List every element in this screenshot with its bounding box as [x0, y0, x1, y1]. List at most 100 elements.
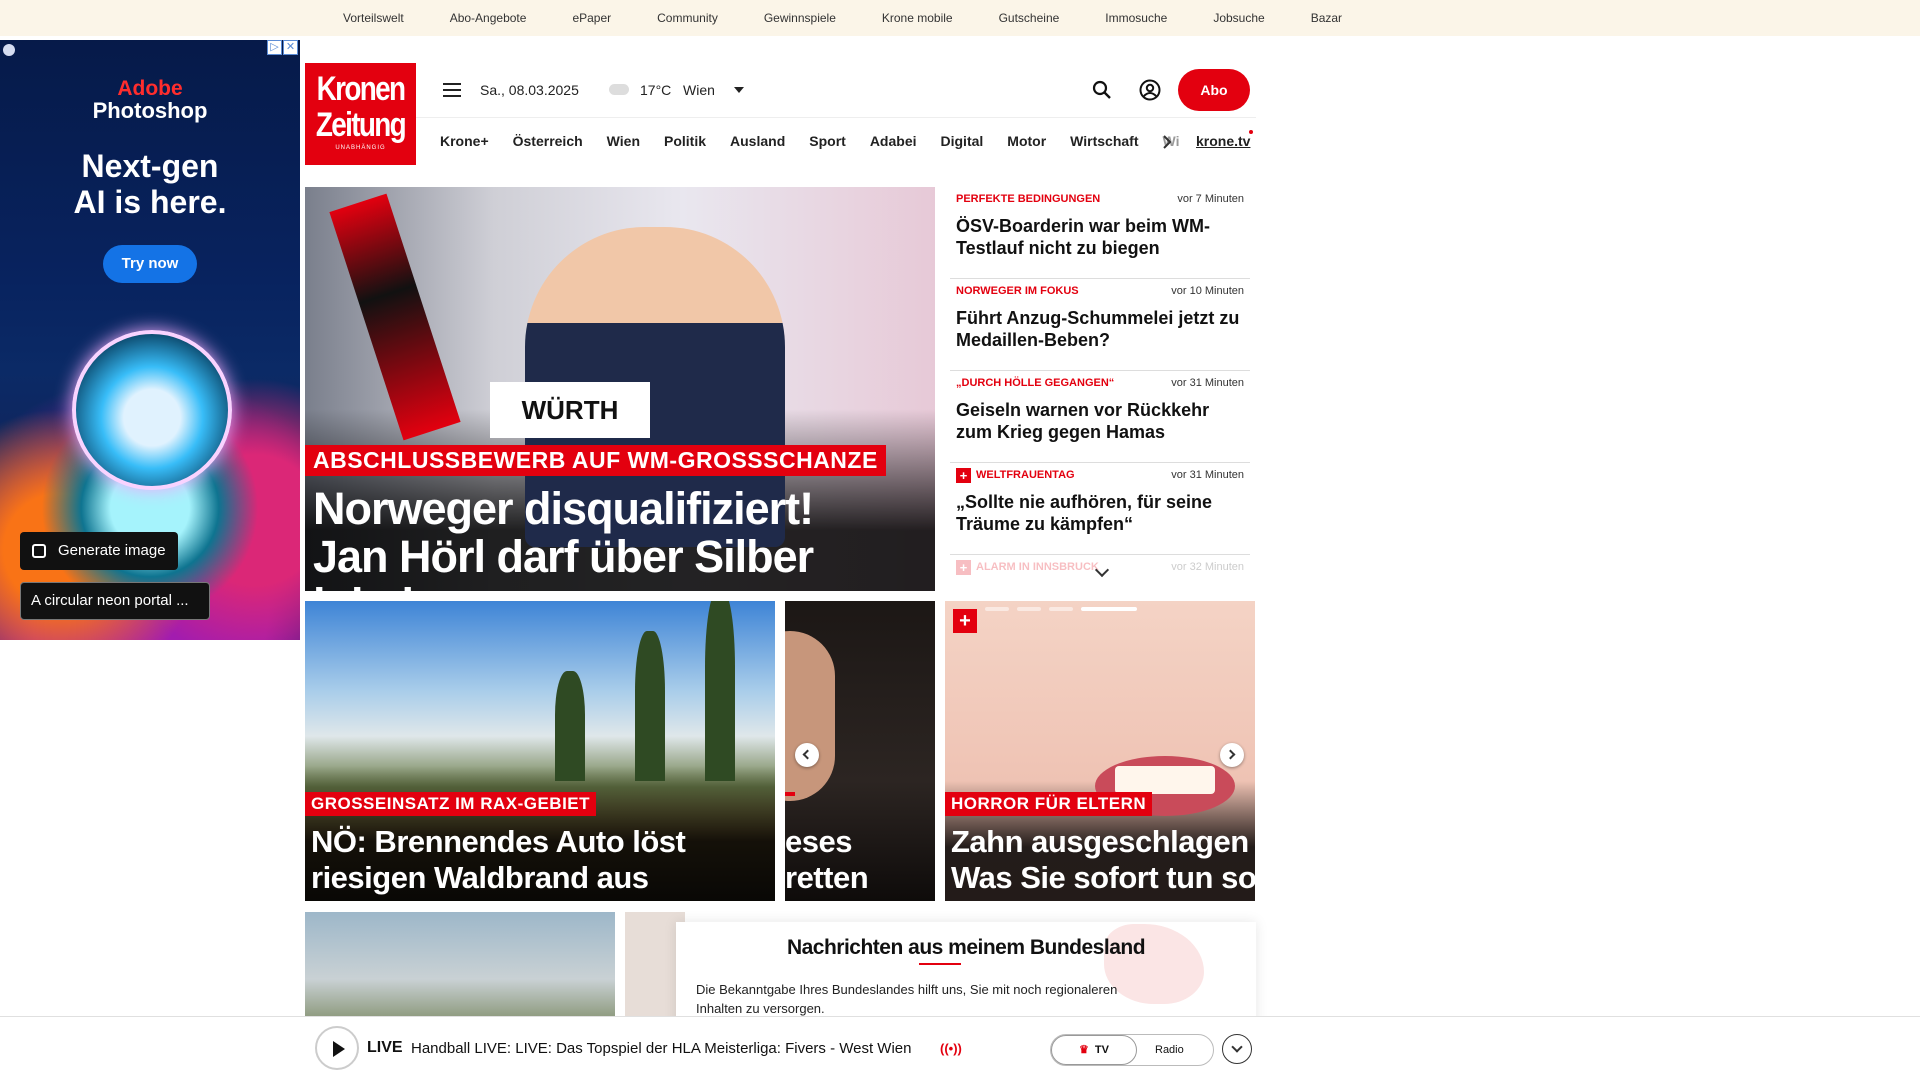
nav-item-oesterreich[interactable]: Österreich — [513, 133, 583, 153]
topbar-link-abo-angebote[interactable]: Abo-Angebote — [450, 11, 527, 25]
expand-player-button[interactable] — [1222, 1034, 1252, 1064]
nav-scroll-right-icon[interactable] — [1162, 134, 1172, 150]
main-navigation: Krone+ Österreich Wien Politik Ausland S… — [416, 117, 1256, 165]
kronen-zeitung-logo[interactable]: Kronen Zeitung UNABHÄNGIG — [305, 63, 416, 165]
topbar-link-gewinnspiele[interactable]: Gewinnspiele — [764, 11, 836, 25]
tv-option[interactable]: ♛ TV — [1051, 1035, 1137, 1065]
topbar-link-krone-mobile[interactable]: Krone mobile — [882, 11, 953, 25]
site-header: Sa., 08.03.2025 17°C Wien Abo — [416, 63, 1256, 117]
live-player-bar: LIVE Handball LIVE: LIVE: Das Topspiel d… — [0, 1016, 1920, 1080]
bundesland-text: Die Bekanntgabe Ihres Bundeslandes hilft… — [696, 982, 1118, 1016]
adchoices-icon[interactable]: ▷ — [267, 40, 282, 55]
ad-generate-image-button[interactable]: Generate image — [20, 532, 178, 570]
news-item[interactable]: + WELTFRAUENTAG vor 31 Minuten „Sollte nie… — [950, 463, 1250, 555]
top-utility-bar: Vorteilswelt Abo-Angebote ePaper Communi… — [0, 0, 1920, 36]
live-title[interactable]: Handball LIVE: LIVE: Das Topspiel der HL… — [411, 1040, 912, 1057]
ad-close-icon[interactable]: ✕ — [283, 40, 298, 55]
kroneplus-icon: + — [956, 559, 971, 575]
topbar-link-epaper[interactable]: ePaper — [572, 11, 611, 25]
chevron-left-icon — [802, 749, 813, 760]
broadcast-icon: ((•)) — [940, 1041, 962, 1056]
play-icon — [333, 1041, 345, 1057]
nav-item-digital[interactable]: Digital — [941, 133, 984, 153]
image-sparkle-icon — [32, 544, 46, 558]
latest-news-list: PERFEKTE BEDINGUNGEN vor 7 Minuten ÖSV-Bo… — [950, 187, 1250, 582]
current-date: Sa., 08.03.2025 — [480, 82, 579, 98]
menu-icon[interactable] — [443, 83, 461, 97]
news-category: PERFEKTE BEDINGUNGEN — [956, 193, 1101, 205]
ad-headline-line1: Next-gen — [81, 148, 219, 184]
ad-brand: Adobe Photoshop — [0, 78, 300, 122]
slider-progress-dots — [985, 607, 1137, 611]
topbar-link-bazar[interactable]: Bazar — [1311, 11, 1342, 25]
play-button[interactable] — [315, 1026, 359, 1070]
kroneplus-icon: + — [953, 609, 977, 633]
adobe-photoshop-ad[interactable]: ▷ ✕ Adobe Photoshop Next-gen AI is here.… — [0, 40, 300, 640]
ad-try-now-button[interactable]: Try now — [103, 245, 197, 283]
tv-radio-toggle[interactable]: ♛ TV Radio — [1050, 1034, 1214, 1066]
cloud-icon — [609, 84, 629, 95]
tile-title[interactable]: NÖ: Brennendes Auto löst riesigen Waldbr… — [311, 824, 686, 896]
nav-item-sport[interactable]: Sport — [809, 133, 846, 153]
news-time: vor 31 Minuten — [1171, 377, 1244, 389]
ad-badge-icon[interactable] — [3, 44, 15, 56]
news-item[interactable]: „DURCH HÖLLE GEGANGEN“ vor 31 Minuten Gei… — [950, 371, 1250, 463]
news-time: vor 7 Minuten — [1177, 193, 1244, 205]
adchoices[interactable]: ▷ ✕ — [267, 40, 298, 55]
topbar-link-community[interactable]: Community — [657, 11, 718, 25]
ad-prompt-field[interactable]: A circular neon portal ... — [20, 582, 210, 620]
nav-item-kronetv[interactable]: krone.tv — [1196, 133, 1250, 149]
slider-next-button[interactable] — [1220, 743, 1244, 767]
topbar-link-vorteilswelt[interactable]: Vorteilswelt — [343, 11, 404, 25]
hero-title[interactable]: Norweger disqualifiziert! Jan Hörl darf … — [313, 485, 925, 592]
title-underline — [919, 963, 961, 965]
abo-button[interactable]: Abo — [1178, 69, 1250, 111]
article-tile-zahn[interactable]: + HORROR FÜR ELTERN Zahn ausgeschlagen W… — [945, 601, 1255, 901]
news-headline[interactable]: ÖSV-Boarderin war beim WM-Testlauf nicht… — [956, 215, 1244, 259]
news-headline[interactable]: „Sollte nie aufhören, für seine Träume z… — [956, 491, 1244, 535]
nav-item-adabei[interactable]: Adabei — [870, 133, 917, 153]
tile-title[interactable]: eses retten — [785, 824, 869, 896]
search-icon[interactable] — [1092, 80, 1112, 100]
news-headline[interactable]: Geiseln warnen vor Rückkehr zum Krieg ge… — [956, 399, 1244, 443]
hero-kicker: ABSCHLUSSBEWERB AUF WM-GROSSSCHANZE — [305, 445, 886, 476]
bundesland-title: Nachrichten aus meinem Bundesland — [786, 936, 1146, 959]
tile-image-teeth — [1115, 766, 1215, 794]
tv-label: TV — [1094, 1044, 1109, 1056]
nav-item-kroneplus[interactable]: Krone+ — [440, 133, 489, 153]
article-tile-waldbrand[interactable]: GROSSEINSATZ IM RAX-GEBIET NÖ: Brennende… — [305, 601, 775, 901]
ad-portal-image — [72, 330, 232, 490]
news-item[interactable]: NORWEGER IM FOKUS vor 10 Minuten Führt An… — [950, 279, 1250, 371]
logo-line1: Kronen — [316, 70, 406, 108]
news-headline[interactable]: Führt Anzug-Schummelei jetzt zu Medaille… — [956, 307, 1244, 351]
tile-kicker: GROSSEINSATZ IM RAX-GEBIET — [305, 792, 597, 816]
news-category: NORWEGER IM FOKUS — [956, 285, 1079, 297]
radio-option[interactable]: Radio — [1155, 1035, 1184, 1065]
news-item[interactable]: PERFEKTE BEDINGUNGEN vor 7 Minuten ÖSV-Bo… — [950, 187, 1250, 279]
slider-prev-button[interactable] — [795, 743, 819, 767]
topbar-link-jobsuche[interactable]: Jobsuche — [1213, 11, 1264, 25]
nav-item-politik[interactable]: Politik — [664, 133, 706, 153]
ad-headline: Next-gen AI is here. — [0, 148, 300, 220]
logo-line2: Zeitung — [315, 106, 407, 144]
live-indicator-dot — [1249, 130, 1253, 134]
city-select-label[interactable]: Wien — [683, 82, 715, 98]
news-category-text: WELTFRAUENTAG — [976, 469, 1075, 481]
ad-brand-adobe: Adobe — [117, 77, 183, 100]
tile-title-line2: Was Sie sofort tun so — [951, 860, 1255, 895]
chevron-down-icon[interactable] — [734, 87, 744, 93]
tile-title-line2: riesigen Waldbrand aus — [311, 860, 649, 895]
tile-title-line1: eses — [785, 824, 852, 859]
chevron-down-icon — [1231, 1041, 1243, 1053]
tile-title[interactable]: Zahn ausgeschlagen Was Sie sofort tun so — [951, 824, 1255, 896]
topbar-link-gutscheine[interactable]: Gutscheine — [999, 11, 1060, 25]
nav-item-ausland[interactable]: Ausland — [730, 133, 785, 153]
hero-article[interactable]: WÜRTH ABSCHLUSSBEWERB AUF WM-GROSSSCHANZ… — [305, 187, 935, 591]
tile-image-tree — [555, 671, 585, 781]
user-account-icon[interactable] — [1139, 79, 1161, 101]
nav-item-motor[interactable]: Motor — [1007, 133, 1046, 153]
nav-item-wirtschaft[interactable]: Wirtschaft — [1070, 133, 1138, 153]
tile-title-line2: retten — [785, 860, 869, 895]
nav-item-wien[interactable]: Wien — [607, 133, 640, 153]
topbar-link-immosuche[interactable]: Immosuche — [1105, 11, 1167, 25]
